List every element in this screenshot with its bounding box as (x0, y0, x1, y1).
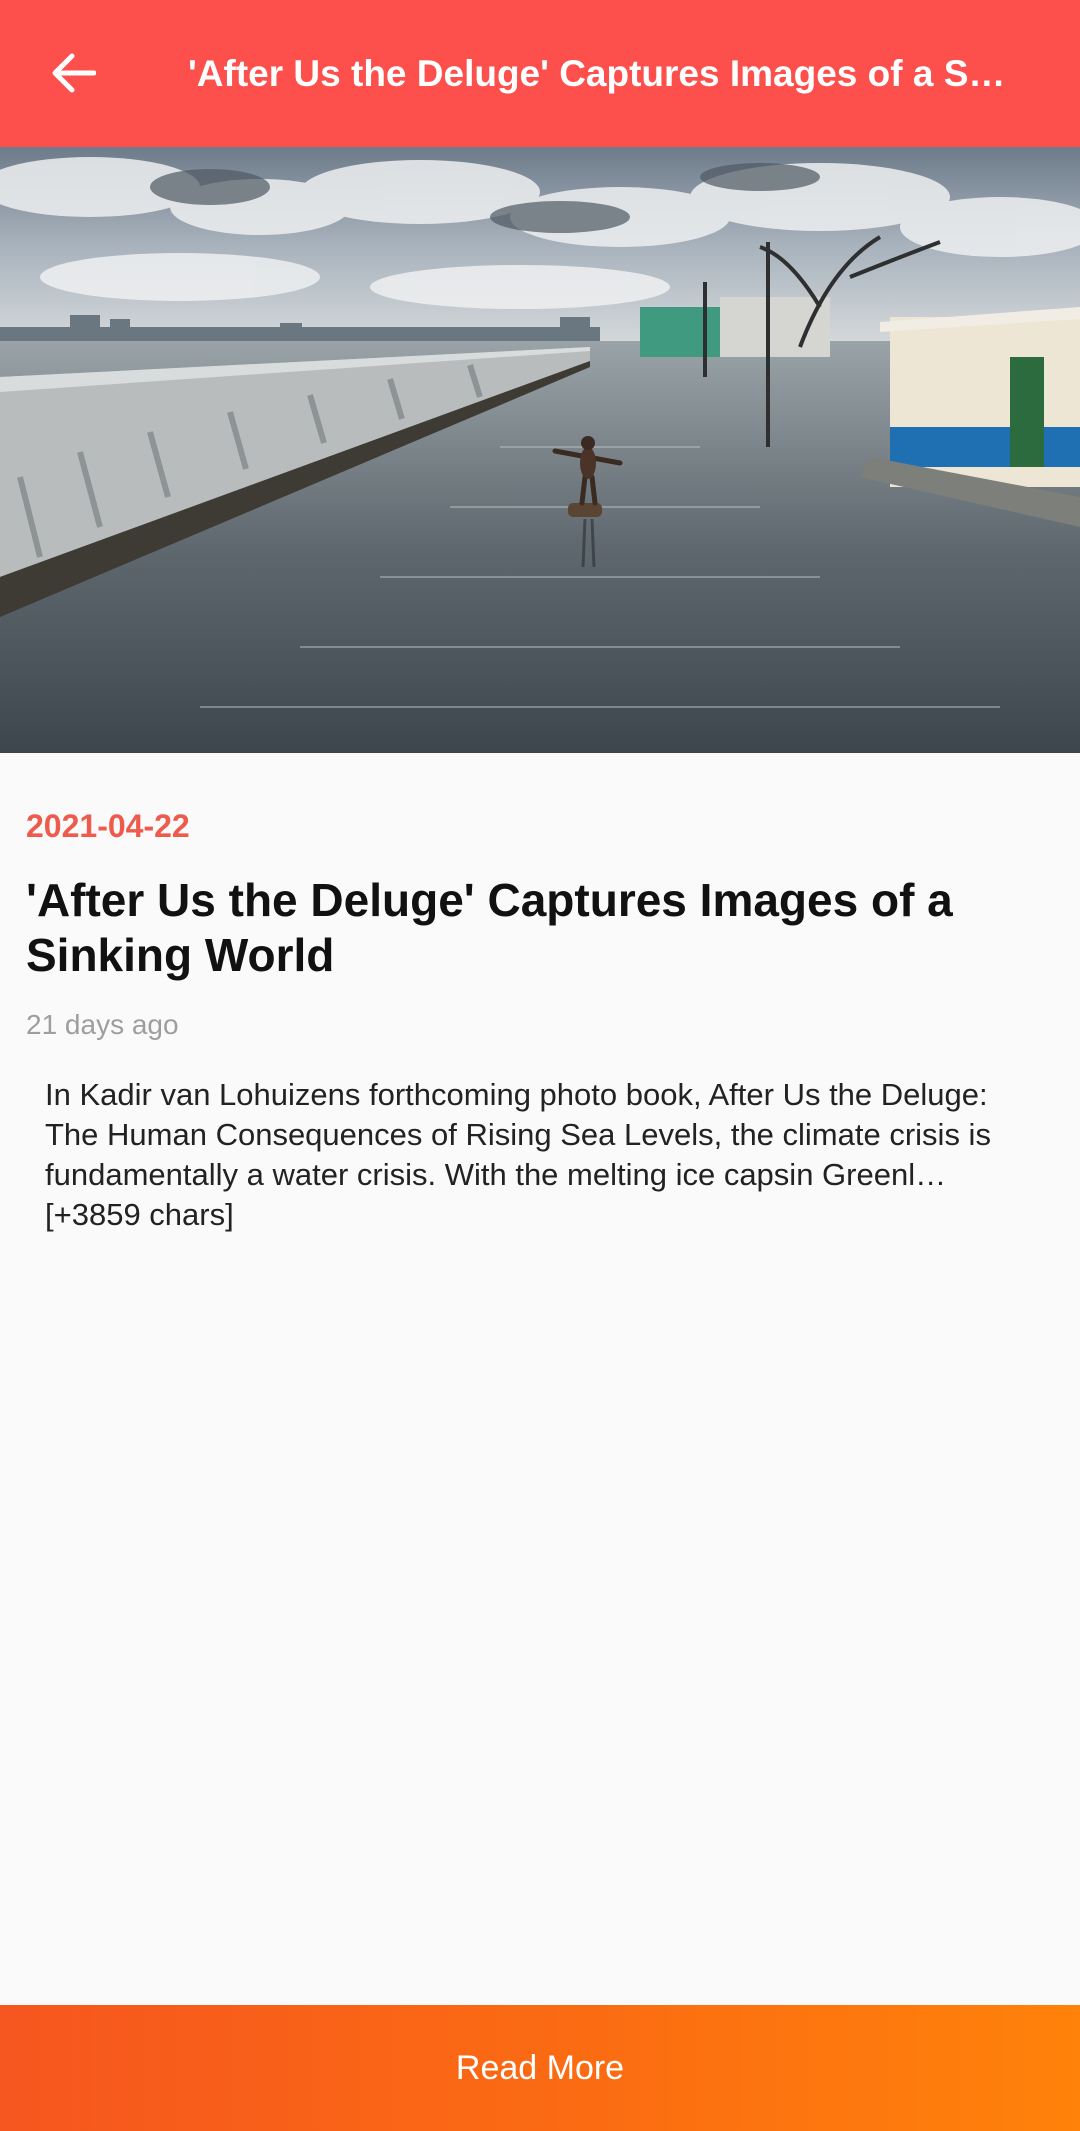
article-detail-screen: 'After Us the Deluge' Captures Images of… (0, 0, 1080, 2131)
article-date: 2021-04-22 (26, 808, 190, 844)
app-bar-title: 'After Us the Deluge' Captures Images of… (188, 53, 1008, 94)
back-button[interactable] (28, 32, 118, 114)
article-relative-time: 21 days ago (26, 1009, 179, 1040)
article-hero-image (0, 147, 1080, 753)
read-more-button[interactable]: Read More (0, 2005, 1080, 2131)
arrow-left-icon (52, 53, 96, 93)
app-bar: 'After Us the Deluge' Captures Images of… (0, 0, 1080, 147)
article-description: In Kadir van Lohuizens forthcoming photo… (45, 1077, 991, 1232)
article-headline: 'After Us the Deluge' Captures Images of… (26, 874, 953, 981)
